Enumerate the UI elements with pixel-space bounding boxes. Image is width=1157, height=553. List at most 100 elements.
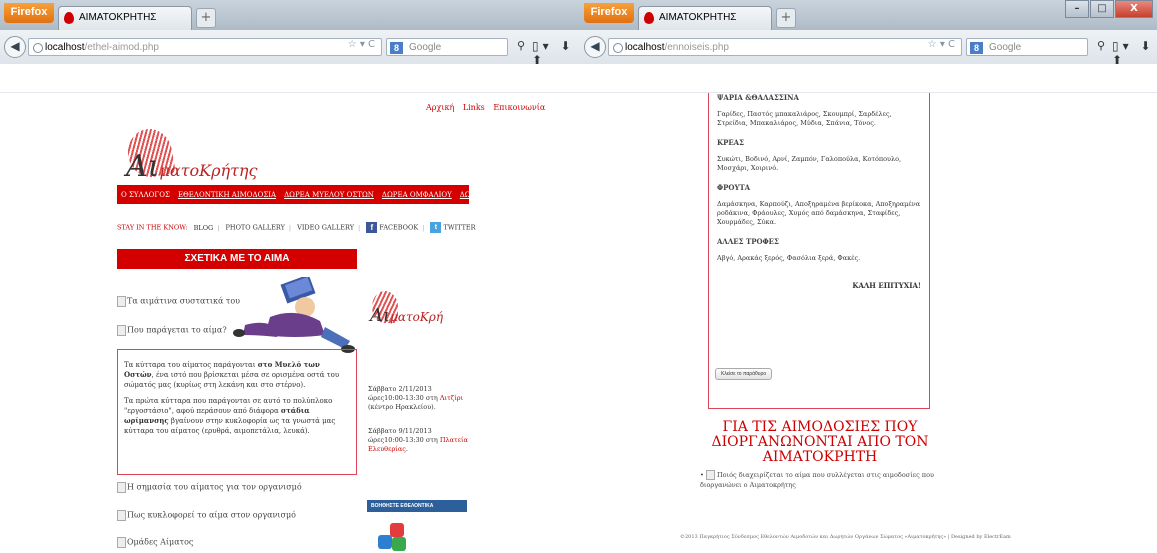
- reading-person-illustration: [233, 277, 355, 353]
- facebook-icon[interactable]: f: [366, 222, 378, 233]
- social-links: STAY IN THE KNOW: BLOG | PHOTO GALLERY | V…: [117, 222, 476, 233]
- sidebar-logo[interactable]: ΑιματοΚρή: [368, 289, 466, 345]
- address-bar[interactable]: localhost/ethel-aimod.php ☆ ▾ C: [28, 38, 382, 56]
- back-arrow-icon[interactable]: ◀: [584, 36, 606, 58]
- tab-title: ΑΙΜΑΤΟΚΡΗΤΗΣ: [659, 12, 737, 23]
- toolbar-icons[interactable]: ▯▾ ⬇ ⬆: [532, 39, 580, 67]
- browser-tab[interactable]: ΑΙΜΑΤΟΚΡΗΤΗΣ: [58, 6, 192, 30]
- right-page-content: ΨΑΡΙΑ &ΘΑΛΑΣΣΙΝΑ Γαρίδες, Παστός μπακαλι…: [580, 93, 1157, 553]
- checkbox-icon: [117, 510, 126, 521]
- close-button[interactable]: X: [1115, 0, 1153, 18]
- accordion-item[interactable]: Που παράγεται το αίμα?: [117, 325, 227, 336]
- google-icon: 8: [390, 42, 403, 54]
- event-2: Σάββατο 9/11/2013 ώρες10:00-13:30 στη Πλ…: [368, 427, 468, 453]
- bookmark-star-icon[interactable]: ☆ ▾ C: [348, 39, 375, 50]
- section-heading: ΚΡΕΑΣ: [717, 138, 745, 147]
- navigation-bar: ◀ localhost/ennoiseis.php ☆ ▾ C 8 Google…: [580, 30, 1157, 67]
- blood-drop-icon: [64, 12, 74, 24]
- link-facebook[interactable]: FACEBOOK: [379, 224, 418, 232]
- bookmarks-strip: [0, 64, 580, 93]
- top-links: Αρχική Links Επικοινωνία: [420, 103, 545, 112]
- section-title: ΣΧΕΤΙΚΑ ΜΕ ΤΟ ΑΙΜΑ: [117, 249, 357, 269]
- address-bar[interactable]: localhost/ennoiseis.php ☆ ▾ C: [608, 38, 962, 56]
- nav-cord-blood[interactable]: ΔΩΡΕΑ ΟΜΦΑΛΙΟΥ: [382, 191, 452, 199]
- title-bar: Firefox ΑΙΜΑΤΟΚΡΗΤΗΣ +: [0, 0, 580, 30]
- checkbox-icon: [117, 325, 126, 336]
- social-label: STAY IN THE KNOW:: [117, 223, 188, 232]
- info-paragraph-2: Τα πρώτα κύτταρα που παράγονται σε αυτό …: [124, 397, 336, 435]
- navigation-bar: ◀ localhost/ethel-aimod.php ☆ ▾ C 8 Goog…: [0, 30, 580, 67]
- event-1: Σάββατο 2/11/2013 ώρες10:00-13:30 στη Λι…: [368, 385, 464, 411]
- info-paragraph-1: Τα κύτταρα του αίματος παράγονται στο Μυ…: [124, 360, 340, 389]
- faq-item[interactable]: • Ποιός διαχειρίζεται το αίμα που συλλέγ…: [700, 470, 960, 490]
- search-engine-label: Google: [989, 42, 1022, 53]
- accordion-item[interactable]: Τα αιμάτινα συστατικά του: [117, 296, 240, 307]
- checkbox-icon: [117, 537, 126, 548]
- firefox-menu-button[interactable]: Firefox: [584, 3, 634, 23]
- checkbox-icon: [705, 470, 715, 480]
- search-engine-label: Google: [409, 42, 442, 53]
- twitter-icon[interactable]: t: [430, 222, 442, 233]
- link-home[interactable]: Αρχική: [426, 103, 454, 112]
- browser-tab[interactable]: ΑΙΜΑΤΟΚΡΗΤΗΣ: [638, 6, 772, 30]
- new-tab-button[interactable]: +: [196, 8, 216, 28]
- close-window-button[interactable]: Κλείσε το παράθυρο: [715, 368, 773, 380]
- nav-blood-donation[interactable]: ΕΘΕΛΟΝΤΙΚΗ ΑΙΜΟΔΟΣΙΑ: [178, 191, 276, 199]
- toolbar-icons[interactable]: ▯▾ ⬇ ⬆: [1112, 39, 1157, 67]
- food-list-panel: ΨΑΡΙΑ &ΘΑΛΑΣΣΙΝΑ Γαρίδες, Παστός μπακαλι…: [708, 93, 930, 409]
- section-text: Γαρίδες, Παστός μπακαλιάρος, Σκουμπρί, Σ…: [717, 110, 892, 127]
- link-video-gallery[interactable]: VIDEO GALLERY: [297, 224, 354, 232]
- firefox-menu-button[interactable]: Firefox: [4, 3, 54, 23]
- search-bar[interactable]: 8 Google ⚲: [386, 38, 525, 56]
- globe-icon: [33, 43, 43, 53]
- back-arrow-icon[interactable]: ◀: [4, 36, 26, 58]
- search-icon[interactable]: ⚲: [517, 39, 525, 52]
- bookmark-star-icon[interactable]: ☆ ▾ C: [928, 39, 955, 50]
- link-links[interactable]: Links: [463, 103, 485, 112]
- nav-bone-marrow[interactable]: ΔΩΡΕΑ ΜΥΕΛΟΥ ΟΣΤΩΝ: [284, 191, 374, 199]
- good-luck-text: ΚΑΛΗ ΕΠΙΤΥΧΙΑ!: [852, 281, 921, 290]
- info-panel: Τα κύτταρα του αίματος παράγονται στο Μυ…: [117, 349, 357, 475]
- left-browser-window: Firefox ΑΙΜΑΤΟΚΡΗΤΗΣ + ◀ localhost/ethel…: [0, 0, 580, 553]
- accordion-item[interactable]: Η σημασία του αίματος για τον οργανισμό: [117, 482, 302, 493]
- section-text: Αβγό, Αρακάς ξερός, Φασόλια ξερά, Φακές.: [717, 254, 861, 262]
- main-navigation: Ο ΣΥΛΛΟΓΟΣ ΕΘΕΛΟΝΤΙΚΗ ΑΙΜΟΔΟΣΙΑ ΔΩΡΕΑ ΜΥ…: [117, 185, 526, 204]
- search-icon[interactable]: ⚲: [1097, 39, 1105, 52]
- link-contact[interactable]: Επικοινωνία: [493, 103, 545, 112]
- section-heading: ΑΛΛΕΣ ΤΡΟΦΕΣ: [717, 237, 779, 246]
- section-heading: ΦΡΟΥΤΑ: [717, 183, 751, 192]
- title-bar: Firefox ΑΙΜΑΤΟΚΡΗΤΗΣ + – □ X: [580, 0, 1157, 30]
- checkbox-icon: [117, 296, 126, 307]
- globe-icon: [613, 43, 623, 53]
- right-browser-window: Firefox ΑΙΜΑΤΟΚΡΗΤΗΣ + – □ X ◀ localhost…: [580, 0, 1157, 553]
- donations-heading: ΓΙΑ ΤΙΣ ΑΙΜΟΔΟΣΙΕΣ ΠΟΥ ΔΙΟΡΓΑΝΩΝΟΝΤΑΙ ΑΠ…: [711, 419, 929, 465]
- accordion-item[interactable]: Πως κυκλοφορεί το αίμα στον οργανισμό: [117, 510, 296, 521]
- url-path: /ennoiseis.php: [664, 42, 729, 53]
- nav-organ-donation[interactable]: ΔΩΡΕΑ ΟΡΓΑΝΩΝ: [460, 191, 526, 199]
- link-twitter[interactable]: TWITTER: [444, 224, 476, 232]
- accordion-item[interactable]: Ομάδες Αίματος: [117, 537, 193, 548]
- blood-drop-icon: [644, 12, 654, 24]
- new-tab-button[interactable]: +: [776, 8, 796, 28]
- url-host: localhost: [45, 42, 85, 53]
- section-text: Συκώτι, Βοδινό, Αρνί, Ζαμπόν, Γαλοπούλα,…: [717, 155, 902, 172]
- tab-title: ΑΙΜΑΤΟΚΡΗΤΗΣ: [79, 12, 157, 23]
- search-bar[interactable]: 8 Google ⚲: [966, 38, 1105, 56]
- page-footer: ©2013 Παγκρήτιος Σύνδεσμος Εθελοντών Αιμ…: [680, 534, 1011, 540]
- minimize-button[interactable]: –: [1065, 0, 1089, 18]
- url-path: /ethel-aimod.php: [84, 42, 159, 53]
- window-controls: – □ X: [1064, 0, 1153, 18]
- section-heading: ΨΑΡΙΑ &ΘΑΛΑΣΣΙΝΑ: [717, 93, 799, 102]
- restore-button[interactable]: □: [1090, 0, 1114, 18]
- checkbox-icon: [117, 482, 126, 493]
- puzzle-icon: [378, 523, 414, 553]
- volunteer-banner[interactable]: ΒΟΗΘΗΣΤΕ ΕΘΕΛΟΝΤΙΚΑ: [367, 500, 467, 512]
- link-blog[interactable]: BLOG: [194, 224, 214, 232]
- logo-text: ΑιματοΚρήτης: [126, 149, 258, 184]
- nav-association[interactable]: Ο ΣΥΛΛΟΓΟΣ: [121, 191, 170, 199]
- section-text: Δαμάσκηνα, Καρπούζι, Αποξηραμένα βερίκοκ…: [717, 200, 921, 226]
- link-photo-gallery[interactable]: PHOTO GALLERY: [226, 224, 285, 232]
- event-1-place[interactable]: Λιτζίρι: [440, 394, 463, 402]
- bookmarks-strip: [580, 64, 1157, 93]
- site-logo[interactable]: ΑιματοΚρήτης: [120, 125, 280, 189]
